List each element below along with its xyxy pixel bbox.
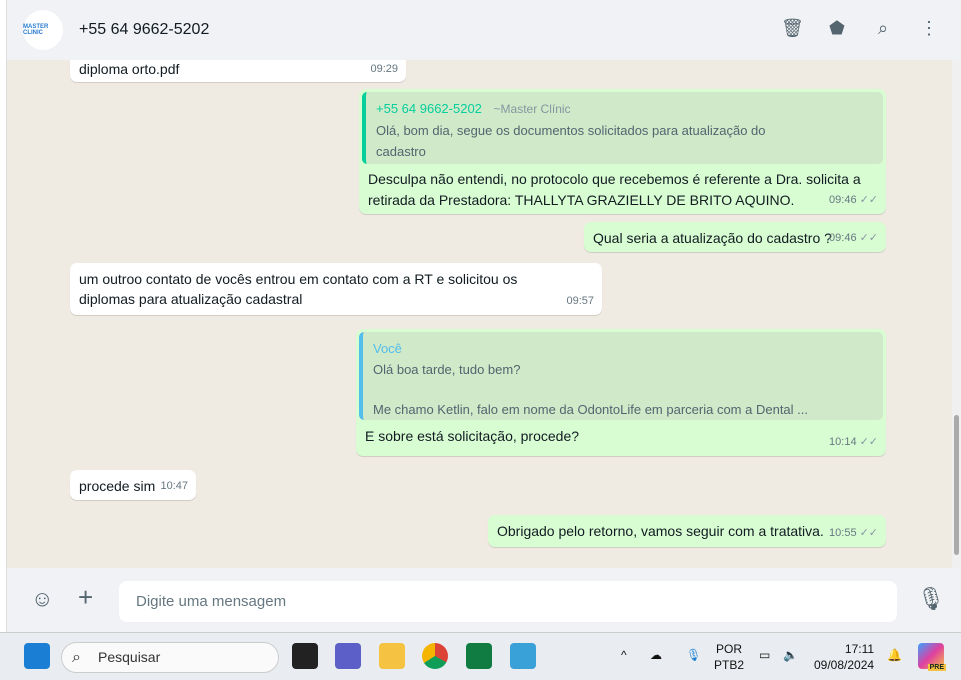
- message-outgoing[interactable]: Qual seria a atualização do cadastro ? 0…: [584, 222, 886, 252]
- volume-icon[interactable]: 🔈: [783, 647, 798, 663]
- chevron-up-icon[interactable]: ^: [621, 647, 627, 663]
- contact-name[interactable]: +55 64 9662-5202: [79, 21, 209, 39]
- app-icon[interactable]: [292, 643, 318, 669]
- notepad-icon[interactable]: [510, 643, 536, 669]
- message-input[interactable]: Digite uma mensagem: [119, 581, 897, 622]
- language-indicator[interactable]: POR PTB2: [714, 641, 744, 673]
- microphone-icon[interactable]: 🎙: [686, 647, 701, 663]
- more-menu-icon[interactable]: ⋮: [919, 18, 939, 40]
- message-time: 09:57: [566, 295, 594, 307]
- copilot-icon[interactable]: PRE: [918, 643, 946, 671]
- message-time: 09:46 ✓✓: [829, 232, 878, 244]
- quote-text: Olá boa tarde, tudo bem?: [373, 362, 521, 377]
- message-text: Desculpa não entendi, no protocolo que r…: [368, 171, 861, 208]
- file-explorer-icon[interactable]: [379, 643, 405, 669]
- clock[interactable]: 17:11 09/08/2024: [814, 641, 874, 673]
- excel-icon[interactable]: [466, 643, 492, 669]
- microphone-icon[interactable]: 🎙: [917, 586, 945, 612]
- quote-sender-name: ~Master Clínic: [493, 102, 571, 116]
- label-icon[interactable]: ⬟: [827, 18, 847, 40]
- side-panel-edge: [0, 0, 7, 632]
- chat-scrollbar[interactable]: [952, 60, 961, 568]
- quoted-message[interactable]: +55 64 9662-5202 ~Master Clínic Olá, bom…: [362, 92, 883, 164]
- message-time: 09:29: [370, 63, 398, 75]
- attach-plus-icon[interactable]: +: [78, 582, 93, 613]
- chrome-icon[interactable]: [422, 643, 448, 669]
- quote-text: Me chamo Ketlin, falo em nome da OdontoL…: [373, 402, 808, 417]
- message-text: Qual seria a atualização do cadastro ?: [593, 230, 832, 246]
- compose-bar: ☺ + Digite uma mensagem 🎙: [7, 568, 961, 632]
- message-text: E sobre está solicitação, procede?: [365, 428, 580, 444]
- network-icon[interactable]: ▭: [759, 647, 770, 663]
- quote-text: Olá, bom dia, segue os documentos solici…: [376, 123, 766, 159]
- contact-avatar[interactable]: MASTER CLINIC: [23, 10, 63, 50]
- message-time: 10:47: [160, 480, 188, 492]
- message-incoming[interactable]: um outroo contato de vocês entrou em con…: [70, 263, 602, 315]
- message-incoming[interactable]: diploma orto.pdf 09:29: [70, 60, 406, 82]
- message-outgoing[interactable]: Obrigado pelo retorno, vamos seguir com …: [488, 515, 886, 547]
- network-off-icon[interactable]: ☁: [650, 647, 662, 663]
- emoji-icon[interactable]: ☺: [31, 586, 53, 612]
- message-text: diploma orto.pdf: [79, 61, 180, 77]
- message-outgoing-reply[interactable]: +55 64 9662-5202 ~Master Clínic Olá, bom…: [359, 89, 886, 214]
- chat-header[interactable]: MASTER CLINIC +55 64 9662-5202 🗑 ⬟ ⌕ ⋮: [7, 0, 961, 60]
- message-text: um outroo contato de vocês entrou em con…: [79, 271, 518, 307]
- message-time: 10:55 ✓✓: [829, 527, 878, 539]
- message-time: 09:46 ✓✓: [829, 194, 878, 206]
- quote-author: +55 64 9662-5202: [376, 101, 482, 116]
- message-text: procede sim: [79, 478, 156, 494]
- trash-icon[interactable]: 🗑: [781, 18, 804, 40]
- message-text: Obrigado pelo retorno, vamos seguir com …: [497, 523, 824, 539]
- scrollbar-thumb[interactable]: [954, 415, 959, 555]
- search-icon[interactable]: ⌕: [873, 18, 893, 40]
- teams-icon[interactable]: [335, 643, 361, 669]
- message-outgoing-reply[interactable]: Você Olá boa tarde, tudo bem? Me chamo K…: [356, 329, 886, 456]
- quote-author: Você: [373, 341, 402, 356]
- windows-start-icon[interactable]: [24, 643, 50, 669]
- quoted-message[interactable]: Você Olá boa tarde, tudo bem? Me chamo K…: [359, 332, 883, 420]
- windows-taskbar: ⌕ Pesquisar ^ ☁ 🎙 POR PTB2 ▭ 🔈 17:11 09/08/…: [0, 632, 961, 680]
- taskbar-search[interactable]: ⌕ Pesquisar: [61, 642, 279, 673]
- search-icon: ⌕: [72, 649, 81, 666]
- message-incoming[interactable]: procede sim 10:47: [70, 470, 196, 500]
- notification-bell-icon[interactable]: 🔔: [887, 647, 902, 663]
- message-time: 10:14 ✓✓: [829, 436, 878, 448]
- message-list[interactable]: diploma orto.pdf 09:29 +55 64 9662-5202 …: [7, 60, 952, 568]
